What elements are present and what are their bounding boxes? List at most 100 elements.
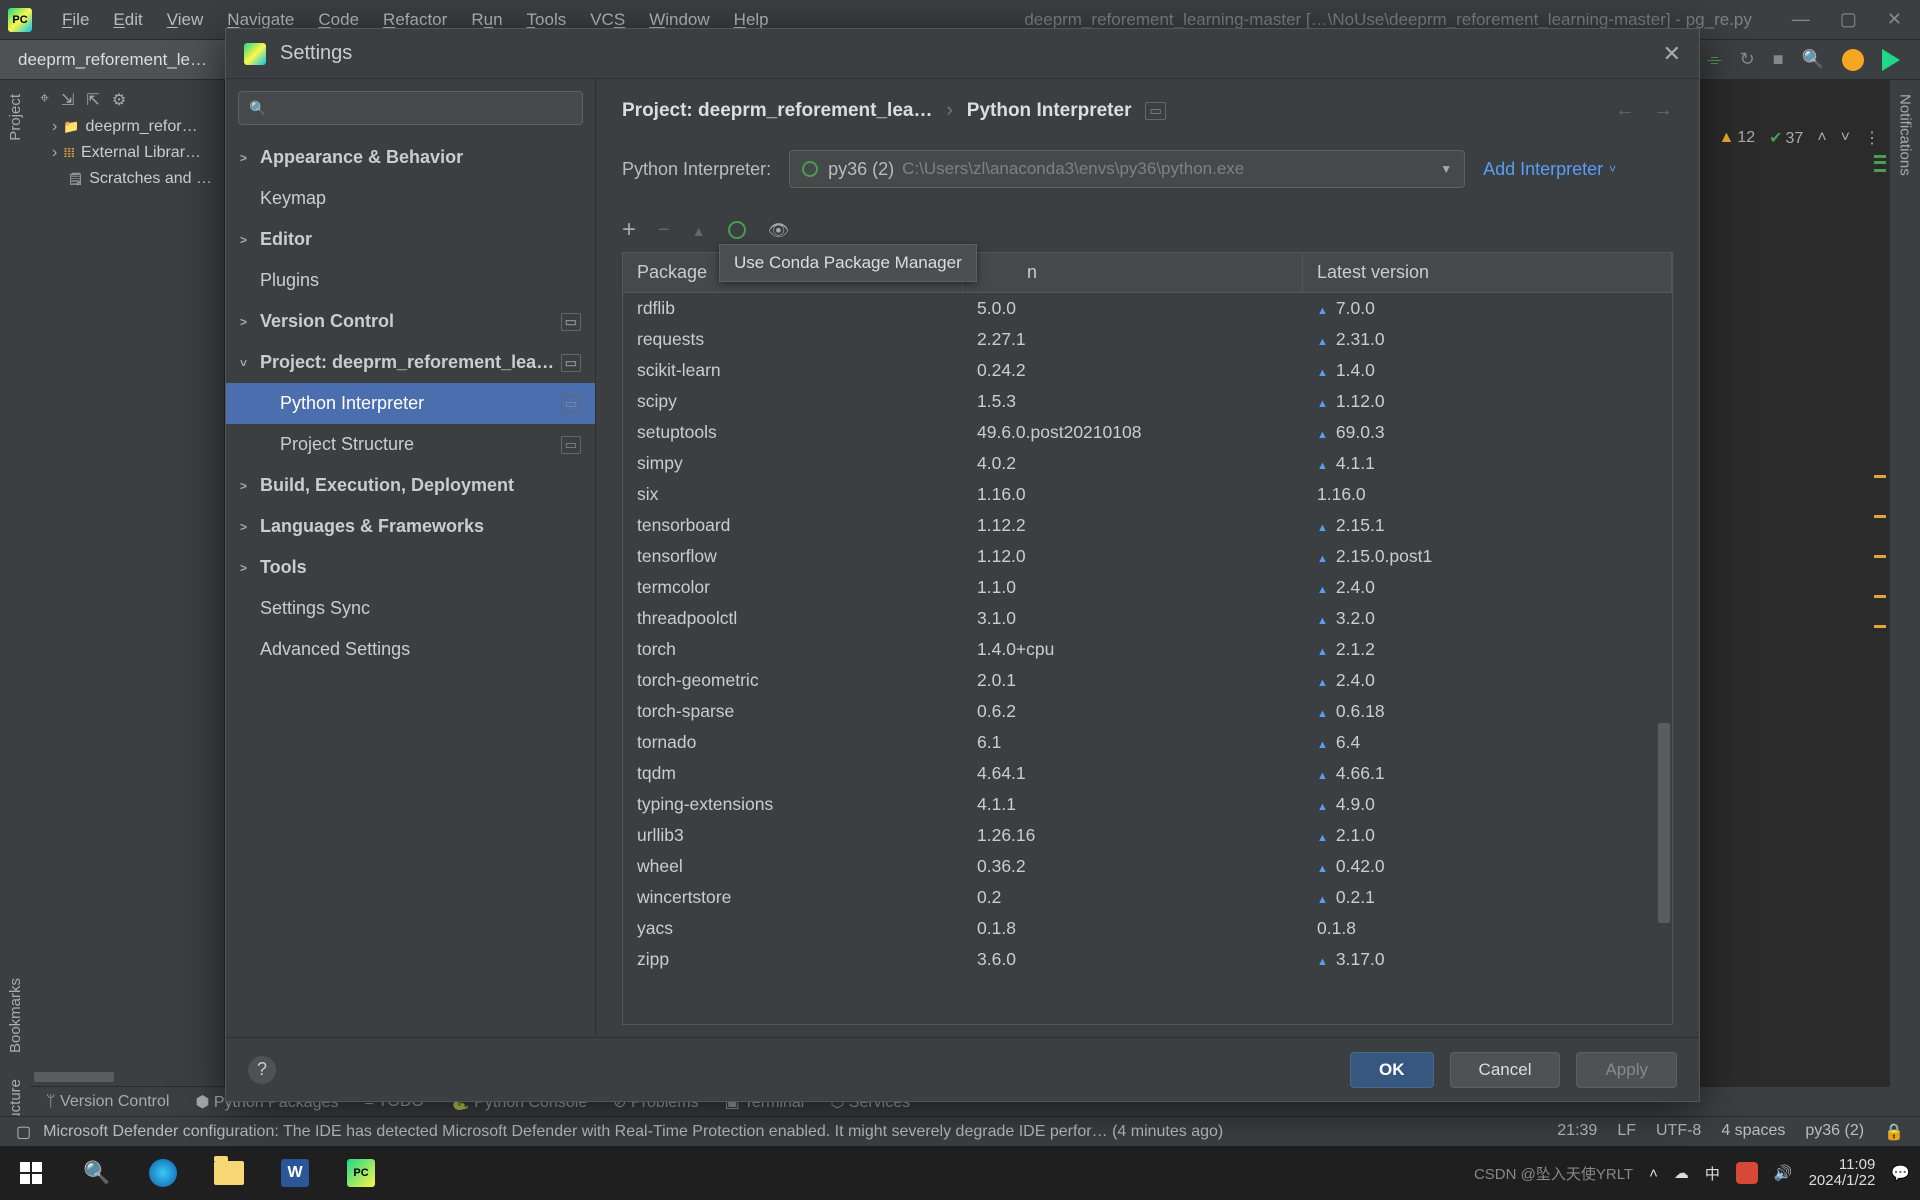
settings-search-input[interactable] [238, 91, 583, 125]
tray-sogou-icon[interactable] [1736, 1162, 1758, 1184]
debug-icon[interactable]: ⌯ [1707, 49, 1721, 70]
table-row[interactable]: scikit-learn0.24.21.4.0 [623, 355, 1672, 386]
menu-tools[interactable]: Tools [515, 10, 579, 30]
nav-back-icon[interactable]: ← [1615, 99, 1635, 122]
nav-forward-icon[interactable]: → [1653, 99, 1673, 122]
rerun-icon[interactable] [1740, 49, 1755, 70]
table-row[interactable]: six1.16.01.16.0 [623, 479, 1672, 510]
table-scrollbar[interactable] [1658, 293, 1670, 1020]
taskbar-edge-icon[interactable] [142, 1152, 184, 1194]
menu-run[interactable]: Run [459, 10, 514, 30]
table-row[interactable]: wheel0.36.20.42.0 [623, 851, 1672, 882]
toolwindow-bookmarks[interactable]: Bookmarks [7, 978, 24, 1053]
status-message[interactable]: Microsoft Defender configuration: The ID… [43, 1123, 1557, 1141]
breadcrumb-project[interactable]: Project: deeprm_reforement_lea… [622, 100, 932, 122]
menu-help[interactable]: Help [722, 10, 781, 30]
status-encoding[interactable]: UTF-8 [1656, 1122, 1701, 1142]
start-menu-icon[interactable] [10, 1152, 52, 1194]
taskbar-word-icon[interactable]: W [274, 1152, 316, 1194]
status-lock-icon[interactable]: 🔒 [1884, 1122, 1904, 1142]
editor-tab[interactable]: deeprm_reforement_le… [0, 40, 226, 79]
project-scrollbar[interactable] [34, 1072, 194, 1082]
menu-code[interactable]: Code [306, 10, 371, 30]
ok-button[interactable]: OK [1350, 1052, 1434, 1088]
apply-button[interactable]: Apply [1576, 1052, 1677, 1088]
taskbar-explorer-icon[interactable] [208, 1152, 250, 1194]
interpreter-dropdown[interactable]: py36 (2) C:\Users\zl\anaconda3\envs\py36… [789, 150, 1465, 188]
jetbrains-ai-icon[interactable] [1882, 49, 1900, 71]
table-row[interactable]: requests2.27.12.31.0 [623, 324, 1672, 355]
settings-category[interactable]: Project Structure▭ [226, 424, 595, 465]
minimize-icon[interactable]: — [1792, 9, 1810, 30]
settings-category[interactable]: Settings Sync [226, 588, 595, 629]
settings-category[interactable]: >Languages & Frameworks [226, 506, 595, 547]
upgrade-package-icon[interactable] [692, 219, 706, 242]
table-row[interactable]: termcolor1.1.02.4.0 [623, 572, 1672, 603]
toolwindow-project[interactable]: Project [7, 94, 24, 141]
table-row[interactable]: wincertstore0.20.2.1 [623, 882, 1672, 913]
settings-category[interactable]: Plugins [226, 260, 595, 301]
add-package-icon[interactable] [622, 216, 636, 244]
settings-category[interactable]: >Appearance & Behavior [226, 137, 595, 178]
table-row[interactable]: simpy4.0.24.1.1 [623, 448, 1672, 479]
table-row[interactable]: threadpoolctl3.1.03.2.0 [623, 603, 1672, 634]
tray-clock[interactable]: 11:09 2024/1/22 [1809, 1157, 1876, 1190]
table-row[interactable]: urllib31.26.162.1.0 [623, 820, 1672, 851]
up-arrow-icon[interactable]: ˄ [1817, 129, 1826, 147]
stop-icon[interactable] [1773, 49, 1784, 70]
codewithme-icon[interactable] [1842, 49, 1864, 71]
editor-minimap[interactable] [1874, 155, 1886, 1080]
table-row[interactable]: tornado6.16.4 [623, 727, 1672, 758]
more-icon[interactable]: ⋮ [1864, 128, 1880, 148]
tray-volume-icon[interactable]: 🔊 [1774, 1164, 1793, 1182]
settings-category[interactable]: >Build, Execution, Deployment [226, 465, 595, 506]
search-icon[interactable] [1802, 49, 1824, 70]
settings-category[interactable]: ˅Project: deeprm_reforement_lea…▭ [226, 342, 595, 383]
show-early-releases-icon[interactable] [768, 219, 790, 242]
table-row[interactable]: torch-sparse0.6.20.6.18 [623, 696, 1672, 727]
menu-refactor[interactable]: Refactor [371, 10, 459, 30]
table-row[interactable]: torch-geometric2.0.12.4.0 [623, 665, 1672, 696]
menu-window[interactable]: Window [637, 10, 721, 30]
taskbar-pycharm-icon[interactable]: PC [340, 1152, 382, 1194]
tray-ime-icon[interactable]: 中 [1705, 1163, 1720, 1184]
menu-edit[interactable]: Edit [101, 10, 154, 30]
table-row[interactable]: zipp3.6.03.17.0 [623, 944, 1672, 975]
table-row[interactable]: rdflib5.0.07.0.0 [623, 293, 1672, 324]
menu-view[interactable]: View [155, 10, 216, 30]
table-row[interactable]: setuptools49.6.0.post2021010869.0.3 [623, 417, 1672, 448]
table-row[interactable]: typing-extensions4.1.14.9.0 [623, 789, 1672, 820]
status-line-sep[interactable]: LF [1617, 1122, 1636, 1142]
add-interpreter-link[interactable]: Add Interpreter ˅ [1483, 159, 1616, 180]
settings-category[interactable]: >Version Control▭ [226, 301, 595, 342]
conda-package-manager-icon[interactable] [728, 221, 746, 239]
tree-item-external-libs[interactable]: ›External Librar… [34, 140, 220, 166]
table-row[interactable]: scipy1.5.31.12.0 [623, 386, 1672, 417]
toolwindow-notifications[interactable]: Notifications [1897, 94, 1914, 176]
settings-category[interactable]: Keymap [226, 178, 595, 219]
col-version[interactable]: Version [963, 253, 1303, 292]
table-row[interactable]: tqdm4.64.14.66.1 [623, 758, 1672, 789]
tree-item-project-root[interactable]: ›deeprm_refor… [34, 114, 220, 140]
tray-onedrive-icon[interactable]: ☁ [1674, 1164, 1689, 1182]
inspection-widget[interactable]: 12 37 ˄ ˅ ⋮ [1718, 128, 1880, 148]
down-arrow-icon[interactable]: ˅ [1841, 129, 1850, 147]
table-row[interactable]: tensorflow1.12.02.15.0.post1 [623, 541, 1672, 572]
settings-category[interactable]: >Tools [226, 547, 595, 588]
close-icon[interactable]: ✕ [1887, 9, 1902, 30]
menu-vcs[interactable]: VCS [578, 10, 637, 30]
col-latest[interactable]: Latest version [1303, 253, 1672, 292]
table-row[interactable]: torch1.4.0+cpu2.1.2 [623, 634, 1672, 665]
collapse-all-icon[interactable]: ⇱ [86, 90, 99, 110]
toolwindow-vcs[interactable]: ᛘ Version Control [46, 1093, 169, 1111]
help-icon[interactable]: ? [248, 1056, 276, 1084]
tree-item-scratches[interactable]: Scratches and … [34, 166, 220, 192]
settings-category[interactable]: >Editor [226, 219, 595, 260]
settings-category[interactable]: Advanced Settings [226, 629, 595, 670]
status-indent[interactable]: 4 spaces [1721, 1122, 1785, 1142]
select-opened-icon[interactable]: ⌖ [40, 90, 49, 110]
status-toggle-icon[interactable]: ▢ [16, 1122, 31, 1142]
tray-chevron-icon[interactable]: ˄ [1649, 1165, 1658, 1182]
settings-category[interactable]: Python Interpreter▭ [226, 383, 595, 424]
table-row[interactable]: yacs0.1.80.1.8 [623, 913, 1672, 944]
